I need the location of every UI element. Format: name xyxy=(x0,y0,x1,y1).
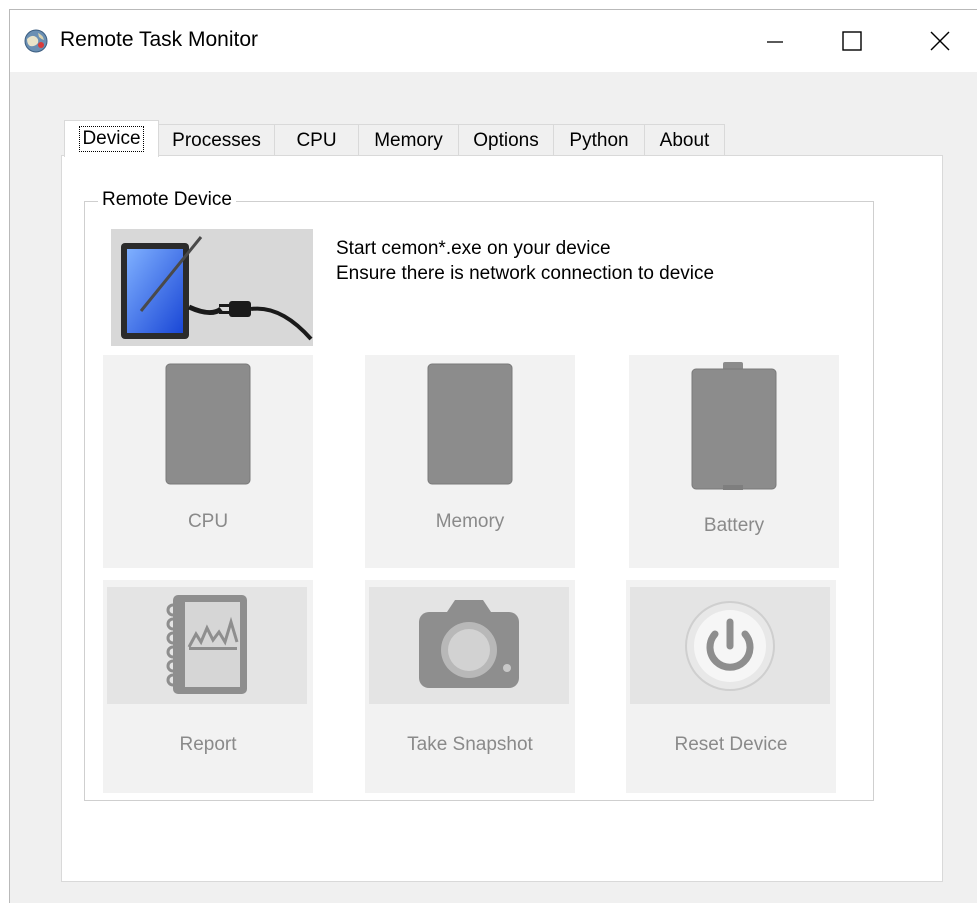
tile-label: CPU xyxy=(187,511,229,532)
title-bar[interactable]: Remote Task Monitor xyxy=(10,10,977,72)
close-icon xyxy=(930,31,950,51)
battery-icon xyxy=(691,362,777,490)
tablet-plug-icon xyxy=(111,229,313,346)
tab-device[interactable]: Device xyxy=(64,120,159,157)
power-icon xyxy=(685,601,775,691)
minimize-icon xyxy=(767,41,783,43)
info-line-2: Ensure there is network connection to de… xyxy=(336,263,715,284)
tile-label: Battery xyxy=(703,515,765,536)
window-title: Remote Task Monitor xyxy=(60,28,259,51)
instructions-text: Start cemon*.exe on your device Ensure t… xyxy=(336,236,714,286)
close-button[interactable] xyxy=(910,10,970,72)
take-snapshot-button[interactable]: Take Snapshot xyxy=(365,580,575,793)
tab-label: Memory xyxy=(374,129,443,151)
tab-python[interactable]: Python xyxy=(553,124,645,156)
camera-icon xyxy=(419,600,519,688)
tile-label: Take Snapshot xyxy=(407,734,533,755)
tab-label: Device xyxy=(79,126,144,152)
tab-label: Options xyxy=(473,129,539,151)
tab-processes[interactable]: Processes xyxy=(158,124,275,156)
tab-label: About xyxy=(659,129,710,151)
tab-options[interactable]: Options xyxy=(458,124,554,156)
cpu-icon xyxy=(165,363,251,485)
report-icon xyxy=(166,595,247,694)
device-tab-page: Remote Device Start cemon*.exe on your d… xyxy=(61,155,943,882)
maximize-icon xyxy=(842,31,862,51)
tab-label: Python xyxy=(569,129,629,151)
maximize-button[interactable] xyxy=(822,10,882,72)
remote-device-group: Remote Device Start cemon*.exe on your d… xyxy=(84,189,874,801)
app-globe-icon xyxy=(24,29,48,53)
memory-icon xyxy=(427,363,513,485)
battery-button[interactable]: Battery xyxy=(629,355,839,568)
tab-cpu[interactable]: CPU xyxy=(274,124,359,156)
tab-about[interactable]: About xyxy=(644,124,725,156)
report-button[interactable]: Report xyxy=(103,580,313,793)
cpu-button[interactable]: CPU xyxy=(103,355,313,568)
app-window: Remote Task Monitor Device Processes CPU xyxy=(9,9,977,903)
group-title: Remote Device xyxy=(98,189,236,211)
minimize-button[interactable] xyxy=(745,10,805,72)
tab-memory[interactable]: Memory xyxy=(358,124,459,156)
tile-label: Reset Device xyxy=(674,734,788,755)
memory-button[interactable]: Memory xyxy=(365,355,575,568)
tab-label: CPU xyxy=(296,129,337,151)
info-line-1: Start cemon*.exe on your device xyxy=(336,238,611,259)
reset-device-button[interactable]: Reset Device xyxy=(626,580,836,793)
tile-label: Report xyxy=(179,734,237,755)
tab-label: Processes xyxy=(172,129,261,151)
tablet-plug-image xyxy=(121,236,313,341)
tile-label: Memory xyxy=(435,511,505,532)
